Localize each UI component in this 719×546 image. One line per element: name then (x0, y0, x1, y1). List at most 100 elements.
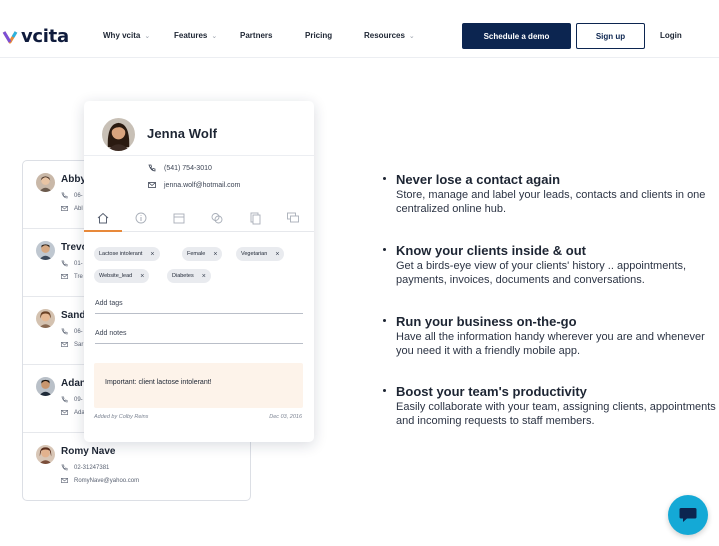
avatar (36, 241, 55, 260)
contact-email: Ada (61, 409, 85, 416)
profile-phone-text[interactable]: (541) 754-3010 (164, 165, 212, 172)
tag-label: Diabetes (172, 273, 194, 279)
contact-email: RomyNave@yahoo.com (61, 477, 139, 484)
feature-description: Store, manage and label your leads, cont… (396, 189, 706, 215)
contact-phone-text: 01- (74, 260, 83, 267)
logo-text: vcita (21, 25, 69, 47)
note-author: Added by Colby Reins (94, 414, 149, 420)
nav-partners[interactable]: Partners (240, 31, 272, 40)
tag-chip[interactable]: Vegetarian × (236, 247, 285, 261)
profile-phone: (541) 754-3010 (148, 164, 212, 172)
login-link[interactable]: Login (660, 31, 682, 40)
feature-description: Get a birds-eye view of your clients' hi… (396, 260, 687, 286)
mail-icon (61, 478, 68, 483)
tag-label: Lactose intolerant (99, 251, 143, 257)
contact-email-text: Abl (74, 205, 83, 212)
bullet-icon (383, 177, 386, 180)
phone-icon (61, 464, 68, 471)
close-icon[interactable]: × (275, 251, 279, 258)
coins-icon[interactable] (210, 211, 224, 225)
contact-phone-text: 02-31247381 (74, 464, 110, 471)
contact-email-text: Tre (74, 273, 83, 280)
tag-chip[interactable]: Female × (182, 247, 223, 261)
chat-bubble-icon (679, 508, 697, 522)
contact-name: Sand (61, 310, 86, 321)
profile-email-text[interactable]: jenna.wolf@hotmail.com (164, 182, 240, 189)
contact-profile-card: Jenna Wolf (541) 754-3010 jenna.wolf@hot… (84, 101, 314, 442)
feature-title: Know your clients inside & out (396, 243, 586, 258)
tag-chip[interactable]: Website_lead × (94, 269, 150, 283)
list-item[interactable]: Romy Nave 02-31247381 RomyNave@yahoo.com (23, 433, 250, 500)
avatar (36, 377, 55, 396)
nav-why-vcita[interactable]: Why vcita ⌄ (103, 31, 150, 40)
close-icon[interactable]: × (202, 273, 206, 280)
note-card: Important: client lactose intolerant! (94, 363, 303, 408)
add-notes-input[interactable]: Add notes (95, 330, 303, 344)
close-icon[interactable]: × (150, 251, 154, 258)
chevron-down-icon: ⌄ (144, 32, 151, 40)
calendar-icon[interactable] (172, 211, 186, 225)
signup-button[interactable]: Sign up (576, 23, 645, 49)
phone-icon (61, 328, 68, 335)
profile-email: jenna.wolf@hotmail.com (148, 181, 240, 189)
feature-description: Have all the information handy wherever … (396, 331, 705, 357)
profile-avatar (102, 118, 135, 151)
tag-label: Female (187, 251, 206, 257)
feature-description: Easily collaborate with your team, assig… (396, 401, 716, 427)
avatar (36, 309, 55, 328)
nav-features[interactable]: Features ⌄ (174, 31, 217, 40)
contact-email-text: RomyNave@yahoo.com (74, 477, 140, 484)
contact-phone: 06- (61, 328, 83, 335)
close-icon[interactable]: × (140, 273, 144, 280)
info-icon[interactable] (134, 211, 148, 225)
mail-icon (148, 182, 156, 188)
tag-chip[interactable]: Lactose intolerant × (94, 247, 160, 261)
top-navigation: vcita Why vcita ⌄ Features ⌄ Partners Pr… (0, 0, 719, 58)
profile-name: Jenna Wolf (147, 126, 218, 141)
nav-pricing[interactable]: Pricing (305, 31, 332, 40)
nav-why-vcita-label: Why vcita (103, 31, 141, 40)
home-icon[interactable] (96, 211, 110, 225)
active-tab-indicator (84, 230, 122, 232)
documents-icon[interactable] (248, 211, 262, 225)
schedule-demo-button[interactable]: Schedule a demo (462, 23, 571, 49)
bullet-icon (383, 248, 386, 251)
tag-label: Website_lead (99, 273, 133, 279)
chevron-down-icon: ⌄ (408, 32, 415, 40)
phone-icon (61, 260, 68, 267)
mail-icon (61, 274, 68, 279)
nav-pricing-label: Pricing (305, 31, 333, 40)
tag-chip[interactable]: Diabetes × (167, 269, 211, 283)
nav-resources[interactable]: Resources ⌄ (364, 31, 415, 40)
phone-icon (61, 192, 68, 199)
contact-name: Abby (61, 174, 86, 185)
mail-icon (61, 410, 68, 415)
profile-tabs (84, 205, 314, 232)
vcita-logo[interactable]: vcita (2, 24, 69, 48)
contact-name: Romy Nave (61, 446, 116, 457)
bullet-icon (383, 389, 386, 392)
mail-icon (61, 206, 68, 211)
contact-phone: 02-31247381 (61, 464, 109, 471)
avatar (36, 445, 55, 464)
note-date: Dec 03, 2016 (269, 414, 302, 420)
chevron-down-icon: ⌄ (211, 32, 218, 40)
contact-phone-text: 06- (74, 192, 83, 199)
contact-phone-text: 06- (74, 328, 83, 335)
chat-icon[interactable] (286, 211, 300, 225)
close-icon[interactable]: × (213, 251, 217, 258)
logo-mark-icon (2, 31, 18, 44)
mail-icon (61, 342, 68, 347)
contact-email: Abl (61, 205, 83, 212)
contact-phone-text: 09- (74, 396, 83, 403)
divider (84, 155, 314, 156)
contact-email: Tre (61, 273, 83, 280)
chat-widget-button[interactable] (668, 495, 708, 535)
add-tags-input[interactable]: Add tags (95, 300, 303, 314)
phone-icon (148, 164, 156, 172)
tag-label: Vegetarian (241, 251, 268, 257)
contact-phone: 01- (61, 260, 83, 267)
nav-features-label: Features (174, 31, 208, 40)
nav-partners-label: Partners (240, 31, 273, 40)
contact-email: Sar (61, 341, 83, 348)
